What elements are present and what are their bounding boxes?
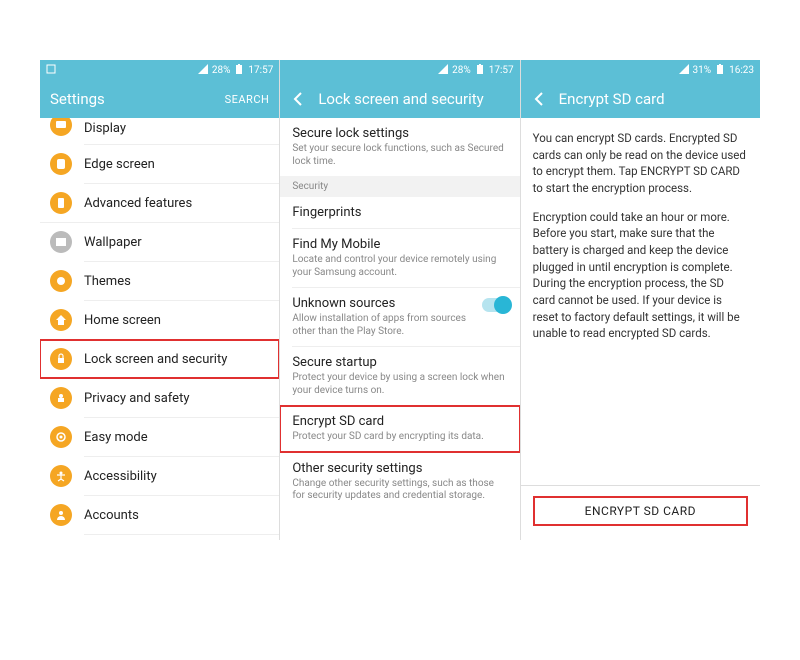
settings-item-advanced[interactable]: Advanced features [40,184,279,222]
item-encrypt-sd[interactable]: Encrypt SD card Protect your SD card by … [280,406,519,452]
signal-icon [438,64,448,77]
item-secure-startup[interactable]: Secure startup Protect your device by us… [280,347,519,405]
settings-item-label: Accessibility [84,469,157,484]
settings-list: Display Edge screen Advanced features Wa… [40,118,279,540]
settings-item-accessibility[interactable]: Accessibility [40,457,279,495]
header-title: Settings [50,90,225,108]
status-bar: 28% 17:57 [40,60,279,80]
header-title: Lock screen and security [318,90,509,108]
settings-header: Settings SEARCH [40,80,279,118]
signal-icon [198,64,208,77]
battery-percent: 28% [212,65,231,76]
easy-icon [50,426,72,448]
display-icon [50,118,72,136]
item-title: Secure lock settings [292,126,507,141]
settings-item-label: Lock screen and security [84,352,227,367]
settings-item-themes[interactable]: Themes [40,262,279,300]
item-title: Find My Mobile [292,237,507,252]
security-list: Secure lock settings Set your secure loc… [280,118,519,540]
battery-percent: 28% [452,65,471,76]
settings-item-label: Themes [84,274,131,289]
status-bar: 28% 17:57 [280,60,519,80]
settings-item-label: Privacy and safety [84,391,189,406]
battery-icon [234,64,244,77]
accounts-icon [50,504,72,526]
settings-item-label: Edge screen [84,157,155,172]
search-button[interactable]: SEARCH [225,93,270,106]
item-find-my-mobile[interactable]: Find My Mobile Locate and control your d… [280,229,519,287]
encrypt-sd-button[interactable]: ENCRYPT SD CARD [533,496,748,526]
item-title: Fingerprints [292,205,507,220]
settings-item-accounts[interactable]: Accounts [40,496,279,534]
panel-encrypt-sd: 31% 16:23 Encrypt SD card You can encryp… [521,60,760,540]
settings-item-lock-security[interactable]: Lock screen and security [40,340,279,378]
clock-text: 16:23 [729,65,754,76]
settings-item-edge[interactable]: Edge screen [40,145,279,183]
encrypt-button-row: ENCRYPT SD CARD [521,485,760,540]
status-bar: 31% 16:23 [521,60,760,80]
settings-item-label: Home screen [84,313,161,328]
battery-icon [715,64,725,77]
settings-item-label: Display [84,121,126,136]
battery-icon [475,64,485,77]
signal-icon [679,64,689,77]
header-title: Encrypt SD card [559,90,750,108]
unknown-sources-toggle[interactable] [482,298,510,312]
panel-lock-security: 28% 17:57 Lock screen and security Secur… [280,60,520,540]
settings-item-display[interactable]: Display [40,118,279,144]
themes-icon [50,270,72,292]
settings-item-easy[interactable]: Easy mode [40,418,279,456]
encrypt-header: Encrypt SD card [521,80,760,118]
encrypt-description: You can encrypt SD cards. Encrypted SD c… [521,118,760,485]
encrypt-para-2: Encryption could take an hour or more. B… [533,209,748,342]
item-sub: Locate and control your device remotely … [292,254,507,279]
lock-security-header: Lock screen and security [280,80,519,118]
item-title: Unknown sources [292,296,507,311]
settings-item-label: Advanced features [84,196,192,211]
back-button[interactable] [531,90,549,108]
item-other-security[interactable]: Other security settings Change other sec… [280,453,519,511]
item-sub: Allow installation of apps from sources … [292,313,507,338]
settings-item-wallpaper[interactable]: Wallpaper [40,223,279,261]
section-security: Security [280,176,519,197]
settings-item-google[interactable]: G Google [40,535,279,540]
battery-percent: 31% [693,65,712,76]
clock-text: 17:57 [489,65,514,76]
edge-icon [50,153,72,175]
item-unknown-sources[interactable]: Unknown sources Allow installation of ap… [280,288,519,346]
item-title: Encrypt SD card [292,414,507,429]
item-sub: Protect your SD card by encrypting its d… [292,431,507,444]
panel-settings: 28% 17:57 Settings SEARCH Display Edge s… [40,60,280,540]
privacy-icon [50,387,72,409]
back-button[interactable] [290,90,308,108]
settings-item-label: Easy mode [84,430,148,445]
settings-item-label: Accounts [84,508,139,523]
settings-item-label: Wallpaper [84,235,142,250]
item-fingerprints[interactable]: Fingerprints [280,197,519,228]
home-icon [50,309,72,331]
wallpaper-icon [50,231,72,253]
accessibility-icon [50,465,72,487]
item-sub: Set your secure lock functions, such as … [292,143,507,168]
item-sub: Change other security settings, such as … [292,478,507,503]
screenshot-icon [46,64,56,77]
encrypt-para-1: You can encrypt SD cards. Encrypted SD c… [533,130,748,197]
settings-item-privacy[interactable]: Privacy and safety [40,379,279,417]
item-sub: Protect your device by using a screen lo… [292,372,507,397]
advanced-icon [50,192,72,214]
clock-text: 17:57 [248,65,273,76]
item-title: Other security settings [292,461,507,476]
settings-item-home[interactable]: Home screen [40,301,279,339]
item-secure-lock[interactable]: Secure lock settings Set your secure loc… [280,118,519,176]
item-title: Secure startup [292,355,507,370]
lock-icon [50,348,72,370]
